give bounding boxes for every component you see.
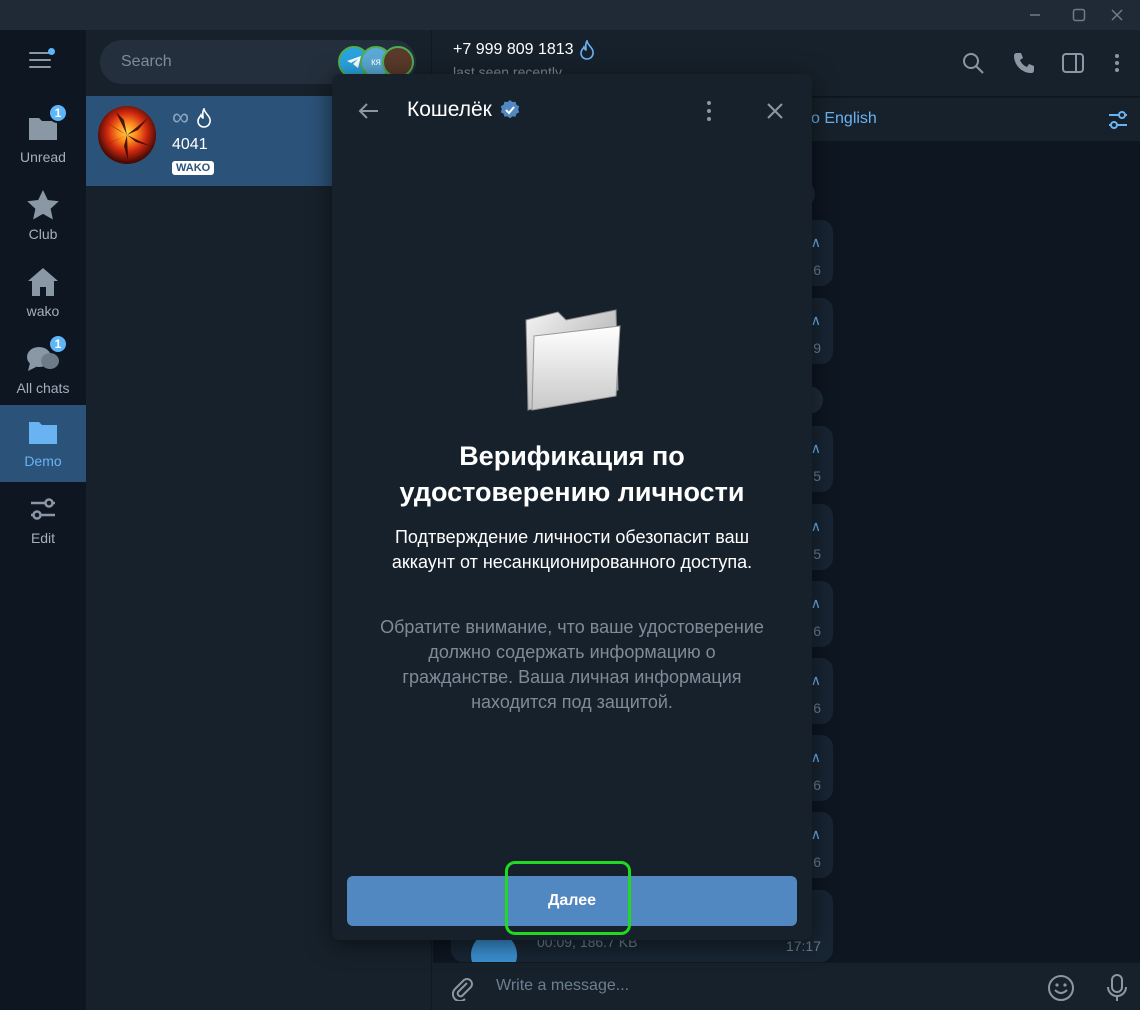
search-icon[interactable] xyxy=(961,51,985,75)
hamburger-line xyxy=(29,59,51,61)
verified-badge-icon xyxy=(500,100,520,119)
fire-icon xyxy=(579,40,594,60)
modal-heading: Верификация по удостоверению личности xyxy=(399,441,745,507)
avatar-art-icon xyxy=(104,112,150,160)
download-icon[interactable]: ∧ xyxy=(811,672,821,689)
more-icon[interactable] xyxy=(1105,51,1129,75)
modal-note: Обратите внимание, что ваше удостоверени… xyxy=(380,617,764,712)
download-icon[interactable]: ∧ xyxy=(811,749,821,766)
next-button[interactable]: Далее xyxy=(347,876,797,926)
all-chats-badge: 1 xyxy=(48,334,68,354)
close-icon[interactable] xyxy=(762,98,788,124)
modal-title: Кошелёк xyxy=(407,98,520,122)
sliders-icon xyxy=(31,498,55,520)
message-time: 6 xyxy=(813,777,821,793)
message-time: 6 xyxy=(813,700,821,716)
message-input[interactable]: Write a message... xyxy=(496,977,629,995)
download-icon[interactable]: ∧ xyxy=(811,440,821,457)
message-composer[interactable]: Write a message... xyxy=(433,962,1140,1010)
message-time: 5 xyxy=(813,468,821,484)
chat-preview: 4041 xyxy=(172,136,208,153)
contact-phone: +7 999 809 1813 xyxy=(453,41,574,58)
download-icon[interactable]: ∧ xyxy=(811,826,821,843)
message-time: 6 xyxy=(813,262,821,278)
minimize-button[interactable] xyxy=(1012,0,1058,30)
message-time: 17:17 xyxy=(785,938,821,954)
attach-icon[interactable] xyxy=(449,975,475,1001)
folder-sidebar: 1 Unread Club wako 1 All chats Demo Edit xyxy=(0,30,86,1010)
unread-badge: 1 xyxy=(48,103,68,123)
phone-icon[interactable] xyxy=(1012,51,1036,75)
message-time: 9 xyxy=(813,340,821,356)
back-arrow-icon[interactable] xyxy=(356,98,382,124)
fire-icon xyxy=(197,108,211,128)
filter-settings-icon[interactable] xyxy=(1106,108,1130,132)
message-time: 5 xyxy=(813,546,821,562)
maximize-icon xyxy=(1072,8,1086,22)
avatar xyxy=(98,106,156,164)
download-icon[interactable]: ∧ xyxy=(811,518,821,535)
folder-icon xyxy=(29,422,57,444)
folder-demo[interactable]: Demo xyxy=(0,405,86,482)
close-window-button[interactable] xyxy=(1094,0,1140,30)
folder-label: wako xyxy=(26,303,60,319)
wallet-verification-modal: Кошелёк Верификация по удостоверению лич… xyxy=(332,74,812,940)
message-time: 6 xyxy=(813,854,821,870)
star-icon xyxy=(27,190,59,220)
emoji-icon[interactable] xyxy=(1047,974,1075,1002)
menu-button[interactable] xyxy=(29,48,55,72)
folder-unread[interactable]: 1 Unread xyxy=(0,101,86,178)
window-titlebar xyxy=(0,0,1140,30)
modal-description: Подтверждение личности обезопасит ваш ак… xyxy=(391,527,753,572)
folder-edit[interactable]: Edit xyxy=(0,482,86,559)
chat-title: ∞ xyxy=(172,104,213,131)
notification-dot xyxy=(48,48,55,55)
download-icon[interactable]: ∧ xyxy=(811,234,821,251)
chat-tag-badge: WAKO xyxy=(172,161,215,175)
folder-club[interactable]: Club xyxy=(0,178,86,255)
sidebar-toggle-icon[interactable] xyxy=(1061,51,1085,75)
microphone-icon[interactable] xyxy=(1105,973,1129,1003)
more-icon[interactable] xyxy=(696,98,722,124)
folder-label: Unread xyxy=(20,149,66,165)
hamburger-line xyxy=(29,66,51,68)
folder-label: Club xyxy=(28,226,58,242)
download-icon[interactable]: ∧ xyxy=(811,595,821,612)
close-icon xyxy=(1111,9,1123,21)
modal-title-text: Кошелёк xyxy=(407,98,492,121)
download-icon[interactable]: ∧ xyxy=(811,312,821,329)
minimize-icon xyxy=(1030,14,1040,16)
folder-label: Demo xyxy=(24,453,62,469)
chat-name-text: ∞ xyxy=(172,104,190,131)
folder-illustration-icon xyxy=(525,309,621,411)
folder-all-chats[interactable]: 1 All chats xyxy=(0,332,86,409)
folder-label: All chats xyxy=(16,380,70,396)
folder-wako[interactable]: wako xyxy=(0,255,86,332)
search-placeholder: Search xyxy=(121,53,172,70)
home-icon xyxy=(28,268,58,296)
message-time: 6 xyxy=(813,623,821,639)
translate-label[interactable]: o English xyxy=(811,110,877,128)
story-initials: кя xyxy=(371,56,381,68)
conversation-title: +7 999 809 1813 xyxy=(453,40,596,60)
folder-label: Edit xyxy=(30,530,56,546)
